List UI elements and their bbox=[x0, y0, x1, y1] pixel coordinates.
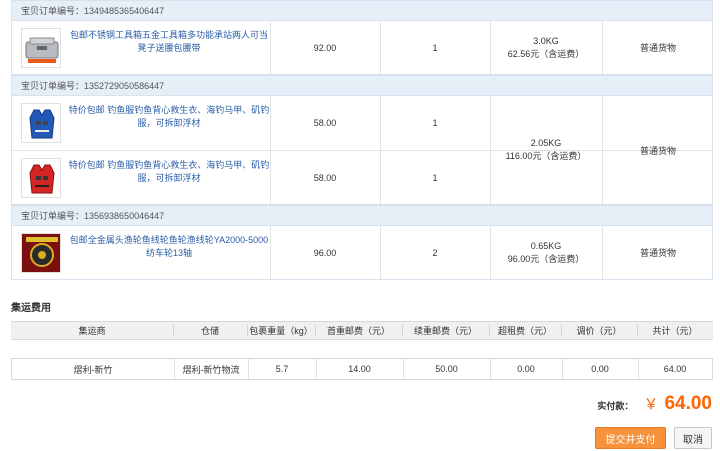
table-cell: 14.00 bbox=[348, 364, 371, 374]
item-quantity: 1 bbox=[432, 172, 438, 183]
fee-table-header: 集运商 仓储 包裹重量（kg） 首重邮费（元） 续重邮费（元） 超租费（元） 调… bbox=[11, 321, 713, 340]
fee-table: 集运商 仓储 包裹重量（kg） 首重邮费（元） 续重邮费（元） 超租费（元） 调… bbox=[11, 321, 713, 380]
order-header: 宝贝订单编号：1352729050586447 bbox=[11, 75, 712, 96]
order-weight-cost: 2.05KG 116.00元（含运费） bbox=[490, 96, 602, 204]
order-list: 宝贝订单编号：1349485365406447 包邮不锈钢工具箱五金工具箱多功能… bbox=[11, 0, 713, 280]
submit-pay-button[interactable]: 提交并支付 bbox=[595, 427, 666, 449]
order-number: 1352729050586447 bbox=[84, 81, 165, 91]
item-quantity: 2 bbox=[432, 248, 438, 258]
column-header: 共计（元） bbox=[652, 326, 698, 336]
order-weight: 0.65KG bbox=[530, 240, 562, 251]
payment-summary: 实付款： ￥ 64.00 bbox=[597, 393, 712, 415]
table-cell: 熠利-新竹物流 bbox=[182, 364, 240, 375]
blue-life-vest-icon[interactable] bbox=[21, 103, 61, 143]
column-header: 集运商 bbox=[78, 326, 106, 336]
order-header: 宝贝订单编号：1356938650046447 bbox=[11, 205, 712, 226]
cancel-button[interactable]: 取消 bbox=[674, 427, 712, 449]
order-number-label: 宝贝订单编号： bbox=[21, 211, 85, 221]
item-quantity: 1 bbox=[432, 43, 438, 53]
order-cost: 96.00元（含运费） bbox=[507, 253, 585, 264]
item-quantity: 1 bbox=[432, 118, 438, 128]
item-price: 58.00 bbox=[313, 172, 337, 183]
order-number: 1356938650046447 bbox=[84, 211, 165, 221]
payment-label: 实付款： bbox=[597, 401, 634, 411]
column-header: 包裹重量（kg） bbox=[249, 326, 313, 336]
column-header: 仓储 bbox=[200, 326, 219, 336]
cargo-type: 普通货物 bbox=[639, 248, 676, 258]
toolbox-icon[interactable] bbox=[21, 28, 61, 68]
order-weight: 3.0KG bbox=[533, 35, 559, 46]
currency-symbol: ￥ bbox=[643, 396, 659, 413]
table-cell: 50.00 bbox=[435, 364, 458, 374]
order-cost: 116.00元（含运费） bbox=[505, 151, 587, 161]
order-weight: 2.05KG bbox=[530, 138, 562, 148]
table-cell: 5.7 bbox=[275, 364, 289, 374]
table-row: 熠利-新竹 熠利-新竹物流 5.7 14.00 50.00 0.00 0.00 … bbox=[11, 358, 713, 380]
section-title: 集运费用 bbox=[11, 303, 51, 314]
cargo-type: 普通货物 bbox=[639, 43, 676, 53]
product-title-link[interactable]: 特价包邮 钓鱼服钓鱼背心救生衣、海钓马甲、矶钓服，可拆卸浮材 bbox=[68, 159, 270, 185]
table-cell: 熠利-新竹 bbox=[73, 364, 113, 375]
column-header: 首重邮费（元） bbox=[326, 326, 390, 336]
order-group: 特价包邮 钓鱼服钓鱼背心救生衣、海钓马甲、矶钓服，可拆卸浮材 58.00 1 特… bbox=[11, 96, 712, 205]
fishing-reel-icon[interactable] bbox=[21, 233, 61, 273]
order-group: 包邮不锈钢工具箱五金工具箱多功能承站两人可当凳子送腰包腰带 92.00 1 3.… bbox=[11, 21, 712, 75]
order-header: 宝贝订单编号：1349485365406447 bbox=[11, 0, 712, 21]
payment-amount: 64.00 bbox=[664, 393, 712, 414]
order-cost: 62.56元（含运费） bbox=[507, 48, 585, 59]
order-weight-cost: 3.0KG 62.56元（含运费） bbox=[490, 21, 602, 74]
order-number-label: 宝贝订单编号： bbox=[21, 6, 85, 16]
column-header: 超租费（元） bbox=[497, 326, 552, 336]
item-price: 92.00 bbox=[313, 43, 337, 53]
column-header: 调价（元） bbox=[576, 326, 622, 336]
table-cell: 0.00 bbox=[517, 364, 535, 374]
cargo-type: 普通货物 bbox=[639, 145, 676, 156]
table-cell: 0.00 bbox=[591, 364, 609, 374]
product-title-link[interactable]: 包邮全金属头渔轮鱼线轮鱼轮渔线轮YA2000-5000纺车轮13轴 bbox=[68, 234, 270, 260]
item-price: 96.00 bbox=[313, 248, 337, 258]
red-life-vest-icon[interactable] bbox=[21, 158, 61, 198]
item-price: 58.00 bbox=[313, 118, 337, 128]
order-group: 包邮全金属头渔轮鱼线轮鱼轮渔线轮YA2000-5000纺车轮13轴 96.00 … bbox=[11, 226, 712, 280]
product-title-link[interactable]: 包邮不锈钢工具箱五金工具箱多功能承站两人可当凳子送腰包腰带 bbox=[68, 29, 270, 55]
order-weight-cost: 0.65KG 96.00元（含运费） bbox=[490, 226, 602, 279]
order-number-label: 宝贝订单编号： bbox=[21, 81, 85, 91]
product-title-link[interactable]: 特价包邮 钓鱼服钓鱼背心救生衣、海钓马甲、矶钓服，可拆卸浮材 bbox=[68, 104, 270, 130]
table-cell: 64.00 bbox=[663, 364, 687, 374]
order-number: 1349485365406447 bbox=[84, 6, 165, 16]
column-header: 续重邮费（元） bbox=[413, 326, 477, 336]
